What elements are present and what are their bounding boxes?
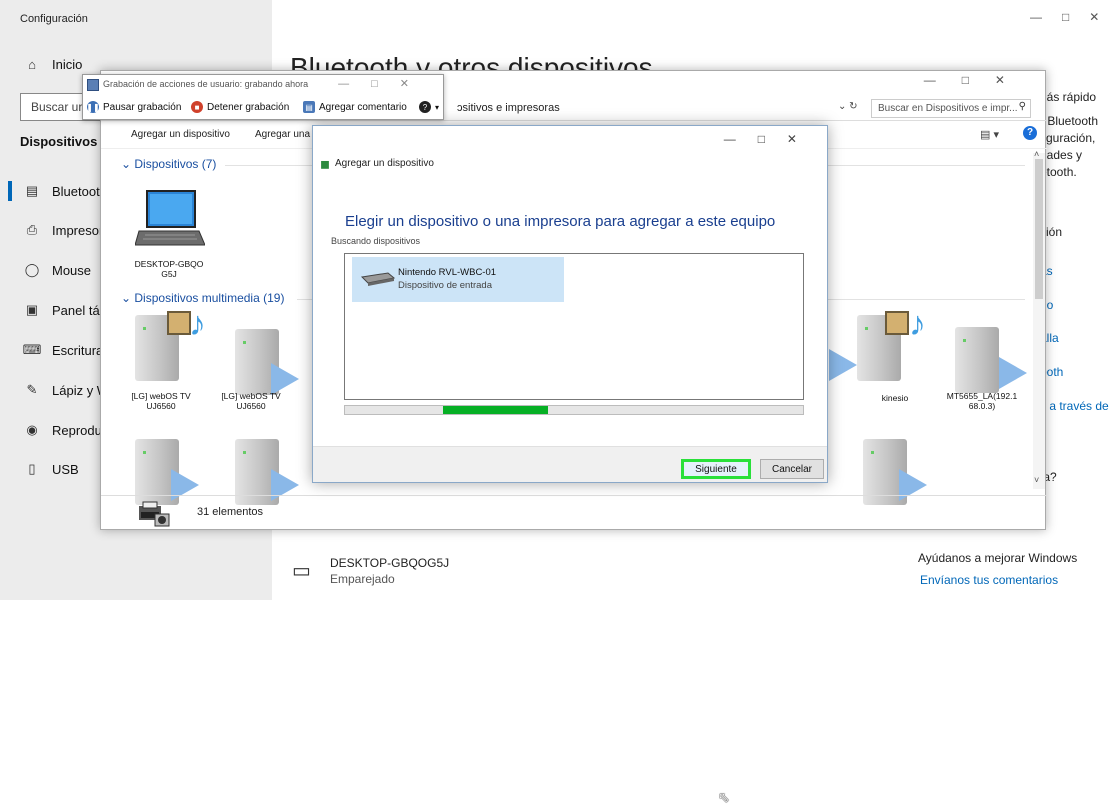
mouse-cursor-icon: ⬁ — [718, 789, 730, 805]
music-note-icon: ♪ — [189, 305, 206, 343]
keyboard-icon: ⌨ — [22, 342, 42, 357]
film-icon — [885, 311, 909, 335]
next-button[interactable]: Siguiente — [681, 459, 751, 479]
sidebar-item-home[interactable]: ⌂ Inicio — [22, 50, 82, 78]
paired-device-status: Emparejado — [330, 572, 395, 586]
group-header-multimedia[interactable]: ⌄ Dispositivos multimedia (19) — [121, 291, 284, 305]
sidebar-item-label: Mouse — [52, 262, 92, 278]
sidebar-item-usb[interactable]: ▯ USB — [22, 455, 79, 483]
touchpad-icon: ▣ — [25, 302, 39, 317]
play-icon — [829, 349, 857, 381]
sidebar-item-typing[interactable]: ⌨ Escritura — [22, 336, 104, 364]
device-type: Dispositivo de entrada — [398, 280, 492, 291]
recorder-app-icon — [87, 79, 99, 91]
play-icon — [999, 357, 1027, 389]
search-progress-bar — [344, 405, 804, 415]
window-controls[interactable]: —□✕ — [1030, 10, 1119, 24]
pen-icon: ✎ — [26, 382, 38, 397]
right-panel-link[interactable]: s a través de — [1040, 399, 1109, 413]
sidebar-item-label: USB — [52, 461, 79, 477]
device-label-media: kinesio — [881, 393, 909, 403]
comment-icon: ▤ — [303, 101, 315, 113]
progress-fill — [443, 406, 548, 414]
usb-icon: ▯ — [28, 461, 36, 476]
search-placeholder: Buscar en Dispositivos e impr... — [878, 103, 1018, 114]
device-list[interactable]: Nintendo RVL-WBC-01 Dispositivo de entra… — [344, 253, 804, 400]
sidebar-section-header: Dispositivos — [20, 134, 98, 149]
stop-recording-button[interactable]: ■ Detener grabación — [191, 101, 289, 113]
recorder-title: Grabación de acciones de usuario: graban… — [103, 79, 309, 89]
paired-device-name[interactable]: DESKTOP-GBQOG5J — [330, 556, 449, 570]
cancel-button[interactable]: Cancelar — [760, 459, 824, 479]
bluetooth-devices-icon: ▤ — [25, 183, 39, 198]
help-icon: ? — [419, 101, 431, 113]
searching-status: Buscando dispositivos — [331, 236, 421, 246]
pause-icon: ❚❚ — [86, 101, 100, 113]
dialog-footer: Siguiente Cancelar ⬁ — [313, 446, 827, 805]
active-item-indicator — [8, 181, 12, 201]
scroll-up-icon[interactable]: ˄ — [1034, 149, 1039, 159]
status-bar: 31 elementos — [101, 495, 1047, 531]
button-label: Agregar comentario — [319, 101, 407, 113]
device-list-item[interactable]: Nintendo RVL-WBC-01 Dispositivo de entra… — [352, 257, 564, 302]
add-device-icon: ◼ — [320, 157, 330, 171]
device-label-media: [LG] webOS TV UJ6560 — [221, 391, 281, 411]
help-menu-button[interactable]: ? ▾ — [419, 101, 439, 113]
button-label: Detener grabación — [207, 101, 290, 113]
music-note-icon: ♪ — [909, 305, 926, 343]
device-label-media: MT5655_LA(192.1 68.0.3) — [946, 391, 1018, 411]
dialog-title: Agregar un dispositivo — [335, 158, 434, 169]
autoplay-icon: ◉ — [26, 422, 38, 437]
sidebar-item-label: Escritura — [52, 342, 104, 358]
dropdown-chevron-icon: ▾ — [435, 102, 440, 112]
right-panel-text: dades y — [1040, 148, 1083, 162]
right-panel-faster: nás rápido — [1040, 90, 1097, 104]
dialog-window-controls[interactable]: —□✕ — [724, 132, 819, 146]
device-label-laptop: DESKTOP-GBQO G5J — [134, 259, 204, 279]
sidebar-item-mouse[interactable]: ◯ Mouse — [22, 256, 91, 284]
laptop-icon: ▭ — [292, 560, 311, 582]
pause-recording-button[interactable]: ❚❚ Pausar grabación — [86, 101, 182, 113]
media-server-icon[interactable] — [955, 327, 999, 393]
item-count: 31 elementos — [197, 506, 264, 518]
device-name: Nintendo RVL-WBC-01 — [398, 267, 497, 278]
add-device-dialog: —□✕ ◼ Agregar un dispositivo Elegir un d… — [312, 125, 828, 805]
devices-printers-icon — [139, 501, 170, 527]
dialog-heading: Elegir un dispositivo o una impresora pa… — [345, 213, 776, 230]
device-label-media: [LG] webOS TV UJ6560 — [131, 391, 191, 411]
home-icon: ⌂ — [28, 56, 36, 72]
refresh-icon[interactable]: ⌄ ↻ — [838, 101, 858, 112]
add-printer-button[interactable]: Agregar una — [255, 129, 310, 140]
scrollbar-thumb[interactable] — [1035, 159, 1043, 299]
stop-icon: ■ — [191, 101, 203, 113]
sidebar-item-label: Inicio — [52, 56, 83, 72]
group-title: Dispositivos (7) — [134, 157, 217, 171]
explorer-search-input[interactable]: Buscar en Dispositivos e impr... ⚲ — [871, 99, 1031, 118]
mouse-icon: ◯ — [24, 262, 40, 277]
vertical-scrollbar[interactable]: ˄ ˅ — [1033, 149, 1045, 489]
add-comment-button[interactable]: ▤ Agregar comentario — [303, 101, 407, 113]
window-title: Configuración — [20, 13, 88, 25]
window-controls[interactable]: —□✕ — [924, 73, 1031, 87]
right-panel-text: figuración, — [1040, 131, 1096, 145]
group-title: Dispositivos multimedia (19) — [134, 291, 285, 305]
help-improve-text: Ayúdanos a mejorar Windows — [918, 551, 1078, 565]
add-device-button[interactable]: Agregar un dispositivo — [131, 129, 230, 140]
search-icon: ⚲ — [1018, 101, 1026, 112]
film-icon — [167, 311, 191, 335]
wii-balance-board-icon — [360, 272, 396, 286]
laptop-device-icon[interactable] — [134, 189, 206, 256]
recorder-window-controls[interactable]: —□✕ — [338, 77, 431, 90]
help-icon[interactable]: ? — [1023, 126, 1037, 140]
view-options-icon[interactable]: ▤ ▾ — [980, 128, 999, 141]
steps-recorder-toolbar: Grabación de acciones de usuario: graban… — [82, 74, 444, 120]
feedback-link[interactable]: Envíanos tus comentarios — [920, 573, 1058, 587]
group-header-devices[interactable]: ⌄ Dispositivos (7) — [121, 157, 216, 171]
scroll-down-icon[interactable]: ˅ — [1034, 475, 1039, 485]
button-label: Pausar grabación — [103, 101, 182, 113]
printer-icon: ⎙ — [26, 222, 38, 237]
right-panel-text: r Bluetooth — [1040, 114, 1099, 128]
address-path[interactable]: ɔsitivos e impresoras — [457, 100, 869, 118]
